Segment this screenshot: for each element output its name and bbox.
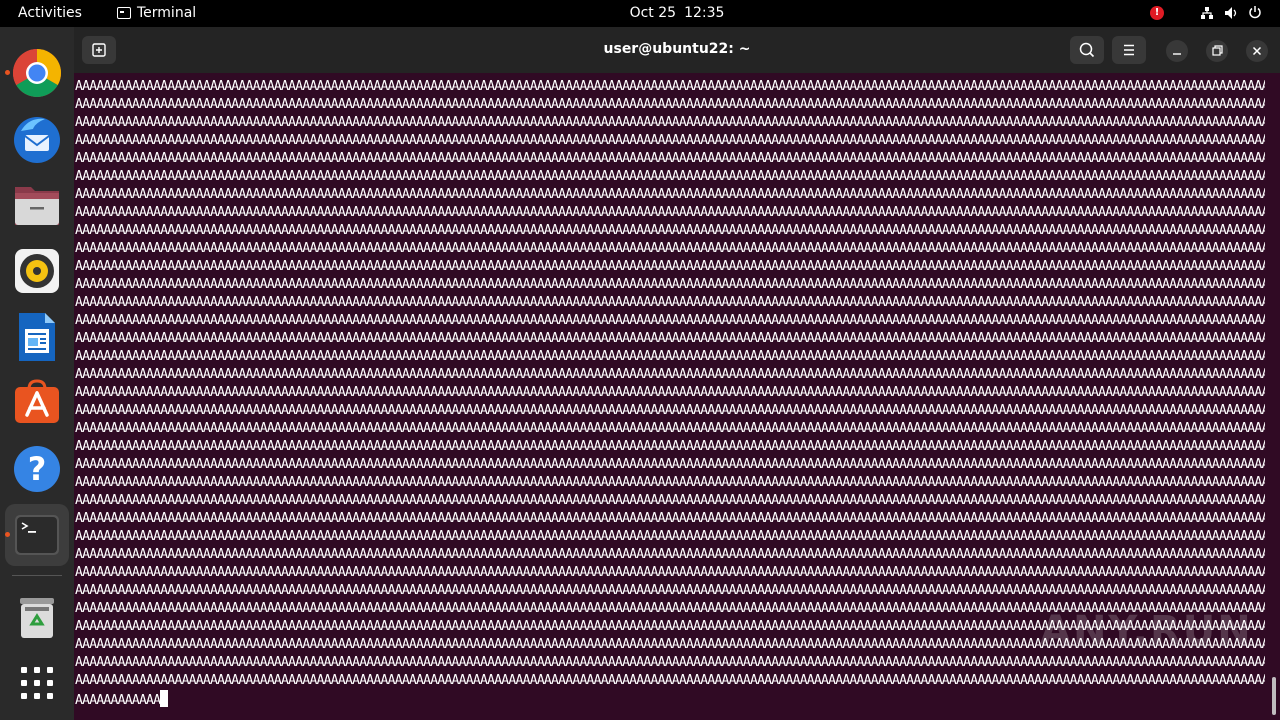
minimize-icon	[1173, 53, 1181, 55]
terminal-line: AAAAAAAAAAAAAAAAAAAAAAAAAAAAAAAAAAAAAAAA…	[75, 493, 1265, 508]
dock-terminal[interactable]	[5, 509, 63, 561]
terminal-line: AAAAAAAAAAAAAAAAAAAAAAAAAAAAAAAAAAAAAAAA…	[75, 331, 1265, 346]
writer-icon	[19, 313, 55, 361]
clock[interactable]: Oct 25 12:35	[0, 5, 1280, 21]
restore-icon	[1212, 45, 1223, 56]
dock-files[interactable]	[11, 179, 63, 231]
network-icon[interactable]	[1200, 6, 1214, 20]
minimize-button[interactable]	[1166, 40, 1188, 62]
clock-time: 12:35	[684, 5, 725, 21]
terminal-window: user@ubuntu22: ~ AAAAAAAAAAAAAAAAAAAAAAA…	[74, 27, 1280, 720]
dock-ubuntu-software[interactable]	[11, 377, 63, 429]
system-tray[interactable]: !	[1130, 0, 1280, 27]
ubuntu-software-icon	[15, 379, 59, 423]
dock-trash[interactable]	[11, 592, 63, 644]
terminal-line: AAAAAAAAAAAAAAAAAAAAAAAAAAAAAAAAAAAAAAAA…	[75, 349, 1265, 364]
dock-show-applications[interactable]	[11, 657, 63, 709]
svg-text:?: ?	[28, 450, 47, 488]
thunderbird-icon	[14, 117, 60, 163]
dock-separator	[12, 575, 62, 576]
terminal-line: AAAAAAAAAAAAAAAAAAAAAAAAAAAAAAAAAAAAAAAA…	[75, 475, 1265, 490]
terminal-line: AAAAAAAAAAAAAAAAAAAAAAAAAAAAAAAAAAAAAAAA…	[75, 97, 1265, 112]
terminal-line: AAAAAAAAAAAAAAAAAAAAAAAAAAAAAAAAAAAAAAAA…	[75, 403, 1265, 418]
terminal-line: AAAAAAAAAAAAAAAAAAAAAAAAAAAAAAAAAAAAAAAA…	[75, 259, 1265, 274]
running-indicator	[5, 532, 10, 537]
close-icon	[1252, 46, 1262, 56]
terminal-line: AAAAAAAAAAAAAAAAAAAAAAAAAAAAAAAAAAAAAAAA…	[75, 223, 1265, 238]
terminal-app-icon	[15, 515, 59, 555]
terminal-last-line-text: AAAAAAAAAAAA	[75, 693, 161, 708]
watermark: ANY.RUN	[1040, 608, 1253, 654]
volume-icon[interactable]	[1224, 6, 1238, 20]
terminal-line: AAAAAAAAAAAAAAAAAAAAAAAAAAAAAAAAAAAAAAAA…	[75, 385, 1265, 400]
notification-alert-icon[interactable]: !	[1150, 6, 1164, 20]
dock-thunderbird[interactable]	[11, 113, 63, 165]
help-icon: ?	[14, 446, 60, 492]
top-bar: Activities Terminal Oct 25 12:35 !	[0, 0, 1280, 27]
rhythmbox-icon	[15, 249, 59, 293]
trash-icon	[20, 598, 54, 638]
hamburger-menu-icon	[1124, 44, 1134, 56]
terminal-line: AAAAAAAAAAAAAAAAAAAAAAAAAAAAAAAAAAAAAAAA…	[75, 511, 1265, 526]
dock-help[interactable]: ?	[11, 443, 63, 495]
terminal-prompt-line: AAAAAAAAAAAA	[75, 690, 1265, 710]
terminal-line: AAAAAAAAAAAAAAAAAAAAAAAAAAAAAAAAAAAAAAAA…	[75, 547, 1265, 562]
terminal-line: AAAAAAAAAAAAAAAAAAAAAAAAAAAAAAAAAAAAAAAA…	[75, 367, 1265, 382]
terminal-line: AAAAAAAAAAAAAAAAAAAAAAAAAAAAAAAAAAAAAAAA…	[75, 673, 1265, 688]
terminal-line: AAAAAAAAAAAAAAAAAAAAAAAAAAAAAAAAAAAAAAAA…	[75, 79, 1265, 94]
running-indicator	[5, 70, 10, 75]
terminal-line: AAAAAAAAAAAAAAAAAAAAAAAAAAAAAAAAAAAAAAAA…	[75, 529, 1265, 544]
terminal-line: AAAAAAAAAAAAAAAAAAAAAAAAAAAAAAAAAAAAAAAA…	[75, 277, 1265, 292]
files-icon	[15, 187, 59, 225]
terminal-line: AAAAAAAAAAAAAAAAAAAAAAAAAAAAAAAAAAAAAAAA…	[75, 151, 1265, 166]
terminal-line: AAAAAAAAAAAAAAAAAAAAAAAAAAAAAAAAAAAAAAAA…	[75, 241, 1265, 256]
app-grid-icon	[21, 667, 53, 699]
terminal-line: AAAAAAAAAAAAAAAAAAAAAAAAAAAAAAAAAAAAAAAA…	[75, 115, 1265, 130]
search-button[interactable]	[1070, 36, 1104, 64]
terminal-line: AAAAAAAAAAAAAAAAAAAAAAAAAAAAAAAAAAAAAAAA…	[75, 565, 1265, 580]
power-icon[interactable]	[1248, 5, 1262, 19]
terminal-line: AAAAAAAAAAAAAAAAAAAAAAAAAAAAAAAAAAAAAAAA…	[75, 205, 1265, 220]
title-bar[interactable]: user@ubuntu22: ~	[74, 27, 1280, 73]
chrome-icon	[12, 48, 62, 98]
terminal-line: AAAAAAAAAAAAAAAAAAAAAAAAAAAAAAAAAAAAAAAA…	[75, 583, 1265, 598]
terminal-line: AAAAAAAAAAAAAAAAAAAAAAAAAAAAAAAAAAAAAAAA…	[75, 295, 1265, 310]
terminal-line: AAAAAAAAAAAAAAAAAAAAAAAAAAAAAAAAAAAAAAAA…	[75, 169, 1265, 184]
scrollbar[interactable]	[1272, 677, 1276, 715]
maximize-button[interactable]	[1206, 40, 1228, 62]
terminal-line: AAAAAAAAAAAAAAAAAAAAAAAAAAAAAAAAAAAAAAAA…	[75, 439, 1265, 454]
dock-writer[interactable]	[11, 311, 63, 363]
terminal-line: AAAAAAAAAAAAAAAAAAAAAAAAAAAAAAAAAAAAAAAA…	[75, 133, 1265, 148]
terminal-line: AAAAAAAAAAAAAAAAAAAAAAAAAAAAAAAAAAAAAAAA…	[75, 421, 1265, 436]
terminal-line: AAAAAAAAAAAAAAAAAAAAAAAAAAAAAAAAAAAAAAAA…	[75, 457, 1265, 472]
terminal-line: AAAAAAAAAAAAAAAAAAAAAAAAAAAAAAAAAAAAAAAA…	[75, 187, 1265, 202]
close-button[interactable]	[1246, 40, 1268, 62]
terminal-line: AAAAAAAAAAAAAAAAAAAAAAAAAAAAAAAAAAAAAAAA…	[75, 313, 1265, 328]
text-cursor	[160, 690, 169, 707]
clock-date: Oct 25	[629, 5, 677, 21]
menu-button[interactable]	[1112, 36, 1146, 64]
dock-rhythmbox[interactable]	[11, 245, 63, 297]
dock-chrome[interactable]	[5, 47, 63, 99]
search-icon	[1079, 42, 1095, 58]
dock: ?	[0, 27, 74, 720]
